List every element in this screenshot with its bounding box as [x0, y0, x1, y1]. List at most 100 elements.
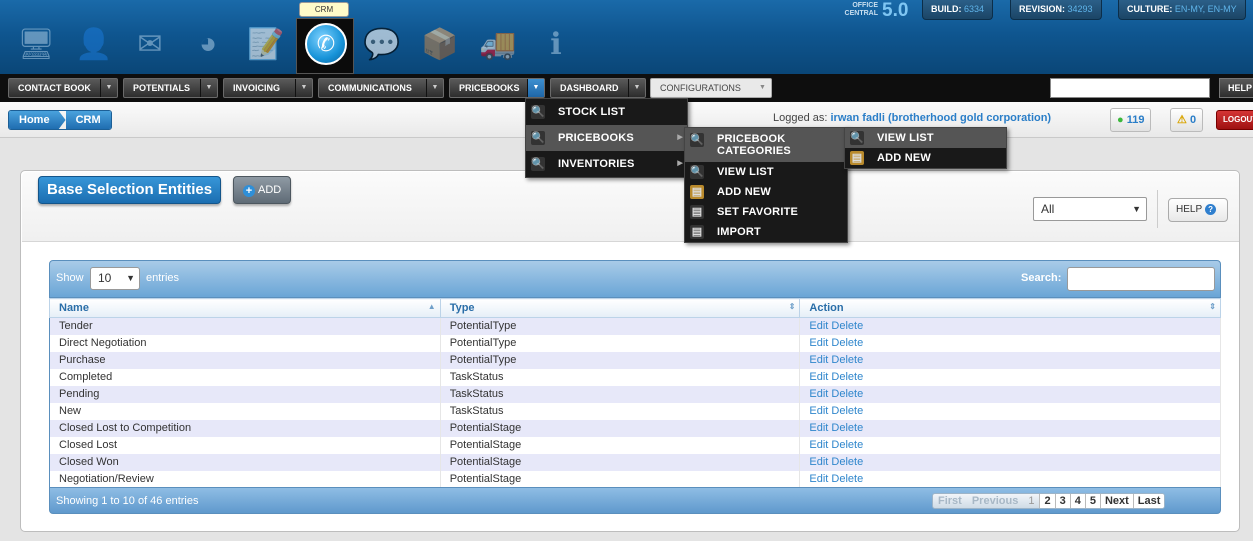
- column-header-type[interactable]: Type ⇕: [439, 298, 801, 318]
- contacts-icon[interactable]: 👤: [72, 22, 116, 66]
- mail-icon[interactable]: ✉: [128, 22, 172, 66]
- menu-item-add-new[interactable]: ▤ ADD NEW: [685, 182, 847, 202]
- menu-communications[interactable]: COMMUNICATIONS ▼: [318, 78, 444, 98]
- menu-label: INVOICING: [233, 83, 281, 93]
- column-header-action[interactable]: Action ⇕: [799, 298, 1221, 318]
- edit-link[interactable]: Edit: [809, 354, 828, 366]
- table-footer: Showing 1 to 10 of 46 entries First Prev…: [49, 487, 1221, 514]
- menu-item-stock-list[interactable]: 🔍 STOCK LIST: [526, 99, 687, 125]
- breadcrumb-home[interactable]: Home: [9, 111, 66, 129]
- edit-link[interactable]: Edit: [809, 422, 828, 434]
- chevron-down-icon[interactable]: ▼: [628, 79, 645, 97]
- menu-item-view-list[interactable]: 🔍 VIEW LIST: [685, 162, 847, 182]
- chat-icon[interactable]: 💬: [360, 22, 404, 66]
- menu-contact-book[interactable]: CONTACT BOOK ▼: [8, 78, 118, 98]
- delete-link[interactable]: Delete: [831, 439, 863, 451]
- chevron-down-icon[interactable]: ▼: [295, 79, 312, 97]
- column-header-name[interactable]: Name ▲: [49, 298, 441, 318]
- truck-icon[interactable]: 🚚: [476, 22, 520, 66]
- desktop-icon[interactable]: 🖥: [14, 22, 58, 66]
- help-menu-button[interactable]: HELP: [1219, 78, 1253, 98]
- entity-filter-select[interactable]: All ▼: [1033, 197, 1147, 221]
- chevron-down-icon[interactable]: ▼: [754, 79, 771, 97]
- menu-item-inventories[interactable]: 🔍 INVENTORIES ▶: [526, 151, 687, 177]
- menu-item-set-favorite[interactable]: ▤ SET FAVORITE: [685, 202, 847, 222]
- pricebooks-dropdown: 🔍 STOCK LIST 🔍 PRICEBOOKS ▶ 🔍 INVENTORIES ▶: [525, 98, 688, 178]
- product-label-2: CENTRAL: [844, 10, 878, 17]
- menu-item-import[interactable]: ▤ IMPORT: [685, 222, 847, 242]
- page-length-select[interactable]: 10 ▼: [90, 267, 140, 290]
- delete-link[interactable]: Delete: [831, 388, 863, 400]
- help-button[interactable]: HELP?: [1168, 198, 1228, 222]
- menu-item-category-add-new[interactable]: ▤ ADD NEW: [845, 148, 1006, 168]
- edit-link[interactable]: Edit: [809, 439, 828, 451]
- menu-configurations[interactable]: CONFIGURATIONS ▼: [650, 78, 772, 98]
- chevron-down-icon[interactable]: ▼: [527, 79, 544, 97]
- magnifier-icon: 🔍: [531, 131, 545, 145]
- sort-icon: ⇕: [1209, 302, 1216, 311]
- info-icon[interactable]: ℹ: [534, 22, 578, 66]
- delete-link[interactable]: Delete: [831, 473, 863, 485]
- pager-page[interactable]: 3: [1054, 494, 1070, 508]
- menu-invoicing[interactable]: INVOICING ▼: [223, 78, 313, 98]
- pager-first[interactable]: First: [933, 494, 967, 508]
- edit-link[interactable]: Edit: [809, 337, 828, 349]
- edit-link[interactable]: Edit: [809, 456, 828, 468]
- cell-type: TaskStatus: [440, 385, 801, 403]
- pager-next[interactable]: Next: [1099, 494, 1133, 508]
- delete-link[interactable]: Delete: [831, 320, 863, 332]
- menu-pricebooks[interactable]: PRICEBOOKS ▼: [449, 78, 545, 98]
- menu-item-pricebooks[interactable]: 🔍 PRICEBOOKS ▶: [526, 125, 687, 151]
- cell-action: Edit Delete: [799, 351, 1221, 369]
- menu-potentials[interactable]: POTENTIALS ▼: [123, 78, 218, 98]
- chevron-down-icon[interactable]: ▼: [426, 79, 443, 97]
- pager-page[interactable]: 1: [1023, 494, 1039, 508]
- menu-item-category-view-list[interactable]: 🔍 VIEW LIST: [845, 128, 1006, 148]
- cell-type: PotentialType: [440, 334, 801, 352]
- help-label: HELP: [1176, 204, 1203, 215]
- culture-value: EN-MY, EN-MY: [1174, 4, 1237, 14]
- edit-link[interactable]: Edit: [809, 405, 828, 417]
- crm-app-button[interactable]: ✆: [296, 18, 354, 74]
- document-icon[interactable]: 📝: [244, 22, 288, 66]
- pager-page[interactable]: 4: [1069, 494, 1085, 508]
- pie-chart-icon[interactable]: ◕: [186, 22, 230, 66]
- pager-page[interactable]: 2: [1039, 494, 1055, 508]
- table-search-input[interactable]: [1067, 267, 1215, 291]
- logged-as-label: Logged as:: [773, 112, 828, 124]
- online-users-badge[interactable]: ● 119: [1110, 108, 1152, 132]
- delete-link[interactable]: Delete: [831, 405, 863, 417]
- delete-link[interactable]: Delete: [831, 371, 863, 383]
- alerts-badge[interactable]: ⚠ 0: [1170, 108, 1204, 132]
- menu-item-label: ADD NEW: [877, 152, 931, 164]
- edit-link[interactable]: Edit: [809, 371, 828, 383]
- add-button[interactable]: + ADD: [233, 176, 291, 204]
- menu-dashboard[interactable]: DASHBOARD ▼: [550, 78, 646, 98]
- edit-link[interactable]: Edit: [809, 473, 828, 485]
- table-row: Completed TaskStatus Edit Delete: [49, 368, 1221, 386]
- crm-tooltip: CRM: [299, 2, 349, 17]
- box-icon[interactable]: 📦: [418, 22, 462, 66]
- delete-link[interactable]: Delete: [831, 337, 863, 349]
- global-search-input[interactable]: [1050, 78, 1210, 98]
- edit-link[interactable]: Edit: [809, 388, 828, 400]
- chevron-down-icon[interactable]: ▼: [200, 79, 217, 97]
- logout-button[interactable]: LOGOUT: [1216, 110, 1253, 130]
- delete-link[interactable]: Delete: [831, 354, 863, 366]
- pager-last[interactable]: Last: [1132, 494, 1165, 508]
- edit-link[interactable]: Edit: [809, 320, 828, 332]
- table-row: Closed Lost to Competition PotentialStage…: [49, 419, 1221, 437]
- breadcrumb-crm[interactable]: CRM: [65, 111, 111, 129]
- magnifier-icon: 🔍: [690, 133, 704, 147]
- delete-link[interactable]: Delete: [831, 456, 863, 468]
- divider: [1157, 190, 1158, 228]
- pager-previous[interactable]: Previous: [967, 494, 1023, 508]
- search-label: Search:: [1021, 272, 1062, 284]
- menu-label: COMMUNICATIONS: [328, 83, 412, 93]
- pager-page[interactable]: 5: [1084, 494, 1100, 508]
- user-name[interactable]: irwan fadli (brotherhood gold corporatio…: [831, 112, 1052, 124]
- chevron-down-icon[interactable]: ▼: [100, 79, 117, 97]
- magnifier-icon: 🔍: [531, 105, 545, 119]
- menu-item-pricebook-categories[interactable]: 🔍 PRICEBOOK CATEGORIES: [685, 128, 847, 162]
- delete-link[interactable]: Delete: [831, 422, 863, 434]
